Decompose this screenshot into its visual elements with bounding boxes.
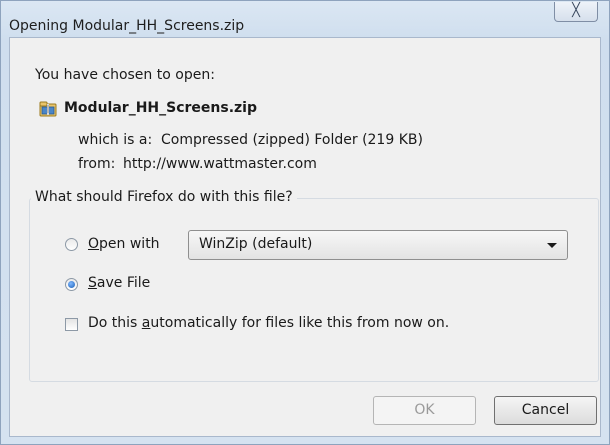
- save-file-label[interactable]: Save File: [88, 275, 150, 291]
- close-icon: ╳: [572, 3, 580, 18]
- open-with-accesskey: O: [88, 236, 100, 252]
- source-label: from:: [78, 156, 116, 172]
- source-url: http://www.wattmaster.com: [123, 156, 317, 172]
- application-select[interactable]: WinZip (default): [188, 230, 568, 260]
- save-file-accesskey: S: [88, 275, 97, 291]
- cancel-button[interactable]: Cancel: [494, 396, 597, 425]
- open-with-label[interactable]: Open with: [88, 236, 160, 252]
- file-type-label: which is a:: [78, 132, 153, 148]
- auto-action-checkbox[interactable]: [65, 318, 78, 331]
- intro-text: You have chosen to open:: [35, 67, 215, 83]
- auto-action-label[interactable]: Do this automatically for files like thi…: [88, 315, 449, 331]
- save-file-radio[interactable]: [65, 278, 78, 291]
- action-group-legend: What should Firefox do with this file?: [31, 189, 297, 205]
- file-type-value: Compressed (zipped) Folder (219 KB): [161, 132, 423, 148]
- open-with-label-rest: pen with: [99, 236, 160, 252]
- zip-file-icon: [39, 101, 57, 117]
- close-button[interactable]: ╳: [554, 2, 598, 22]
- application-select-value: WinZip (default): [199, 236, 313, 252]
- title-bar[interactable]: Opening Modular_HH_Screens.zip ╳: [1, 1, 609, 37]
- auto-action-label-post: utomatically for files like this from no…: [150, 315, 450, 331]
- save-file-label-rest: ave File: [96, 275, 151, 291]
- file-name: Modular_HH_Screens.zip: [64, 100, 257, 116]
- open-with-radio[interactable]: [65, 238, 78, 251]
- chevron-down-icon: [547, 243, 557, 248]
- download-dialog: Opening Modular_HH_Screens.zip ╳ You hav…: [0, 0, 610, 445]
- ok-button[interactable]: OK: [373, 396, 476, 425]
- auto-action-label-pre: Do this: [88, 315, 142, 331]
- window-title: Opening Modular_HH_Screens.zip: [9, 18, 245, 34]
